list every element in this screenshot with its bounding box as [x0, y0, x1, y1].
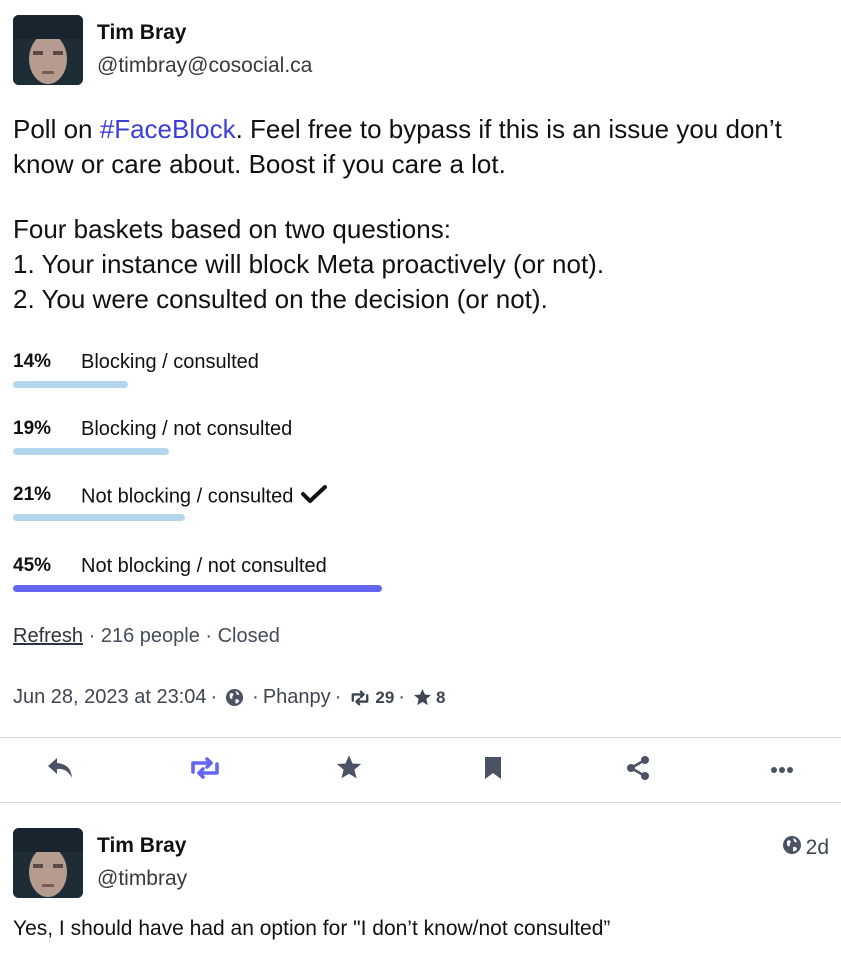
- poll-status: Closed: [217, 625, 280, 647]
- poll-option-percent: 14%: [13, 351, 52, 372]
- poll-option-bar: [13, 585, 382, 592]
- hashtag-link[interactable]: #FaceBlock: [100, 114, 236, 144]
- more-button[interactable]: [762, 752, 802, 788]
- poll-voter-count: 216 people: [100, 625, 200, 647]
- reply-age: 2d: [805, 836, 829, 859]
- reply-icon: [45, 755, 75, 786]
- poll-option-label-wrap: Not blocking / consulted: [81, 484, 328, 510]
- reply-author-avatar[interactable]: [13, 828, 83, 898]
- boost-icon: [188, 756, 222, 785]
- voted-check-icon: [301, 484, 328, 510]
- reply-timestamp[interactable]: 2d: [782, 835, 829, 861]
- poll-option-percent: 45%: [13, 555, 52, 576]
- post-paragraph: Poll on #FaceBlock. Feel free to bypass …: [13, 112, 828, 182]
- favourite-button[interactable]: [329, 752, 369, 788]
- post-meta: Jun 28, 2023 at 23:04 · · Phanpy · 29 · …: [13, 686, 445, 709]
- reply-author-handle[interactable]: @timbray: [97, 867, 187, 891]
- content-line: 2. You were consulted on the decision (o…: [13, 284, 548, 314]
- post-content: Poll on #FaceBlock. Feel free to bypass …: [13, 112, 828, 317]
- divider: [0, 737, 841, 738]
- divider: [0, 802, 841, 803]
- share-icon: [625, 755, 651, 786]
- poll-option-percent: 19%: [13, 418, 52, 439]
- globe-icon: [225, 688, 244, 707]
- author-display-name[interactable]: Tim Bray: [97, 21, 187, 45]
- poll-option-bar: [13, 381, 128, 388]
- poll-option-bar: [13, 514, 186, 521]
- avatar-image: [13, 828, 83, 898]
- reply-author-display-name[interactable]: Tim Bray: [97, 834, 187, 858]
- poll-option-percent: 21%: [13, 484, 52, 505]
- bookmark-button[interactable]: [473, 752, 513, 788]
- poll-option-label: Not blocking / consulted: [81, 485, 294, 508]
- bookmark-icon: [483, 755, 503, 786]
- poll-footer: Refresh · 216 people · Closed: [13, 625, 280, 648]
- poll-option-label: Not blocking / not consulted: [81, 555, 327, 577]
- globe-icon: [782, 835, 802, 861]
- favourite-count: 8: [435, 687, 446, 707]
- separator: ·: [205, 625, 213, 647]
- favourite-count-icon: [413, 688, 432, 707]
- boost-button[interactable]: [185, 752, 225, 788]
- separator: ·: [88, 625, 96, 647]
- content-text: Poll on: [13, 114, 100, 144]
- content-line: Four baskets based on two questions:: [13, 214, 451, 244]
- star-icon: [335, 754, 363, 786]
- poll-option-label: Blocking / consulted: [81, 351, 259, 373]
- poll-option-bar: [13, 448, 169, 455]
- poll-option-label: Blocking / not consulted: [81, 418, 293, 440]
- author-handle[interactable]: @timbray@cosocial.ca: [97, 54, 312, 78]
- reply-button[interactable]: [40, 752, 80, 788]
- separator: ·: [398, 686, 405, 708]
- post-app[interactable]: Phanpy: [263, 686, 331, 709]
- author-avatar[interactable]: [13, 15, 83, 85]
- share-button[interactable]: [618, 752, 658, 788]
- separator: ·: [334, 686, 342, 708]
- avatar-image: [13, 15, 83, 85]
- separator: ·: [210, 686, 218, 708]
- boost-count-icon: [349, 689, 371, 707]
- more-icon: [770, 761, 794, 779]
- poll-refresh-link[interactable]: Refresh: [13, 625, 83, 647]
- content-line: 1. Your instance will block Meta proacti…: [13, 249, 605, 279]
- separator: ·: [252, 686, 259, 708]
- boost-count: 29: [375, 687, 395, 707]
- post-timestamp[interactable]: Jun 28, 2023 at 23:04: [13, 686, 207, 709]
- post-paragraph: Four baskets based on two questions: 1. Y…: [13, 212, 828, 317]
- reply-content: Yes, I should have had an option for "I …: [13, 917, 611, 940]
